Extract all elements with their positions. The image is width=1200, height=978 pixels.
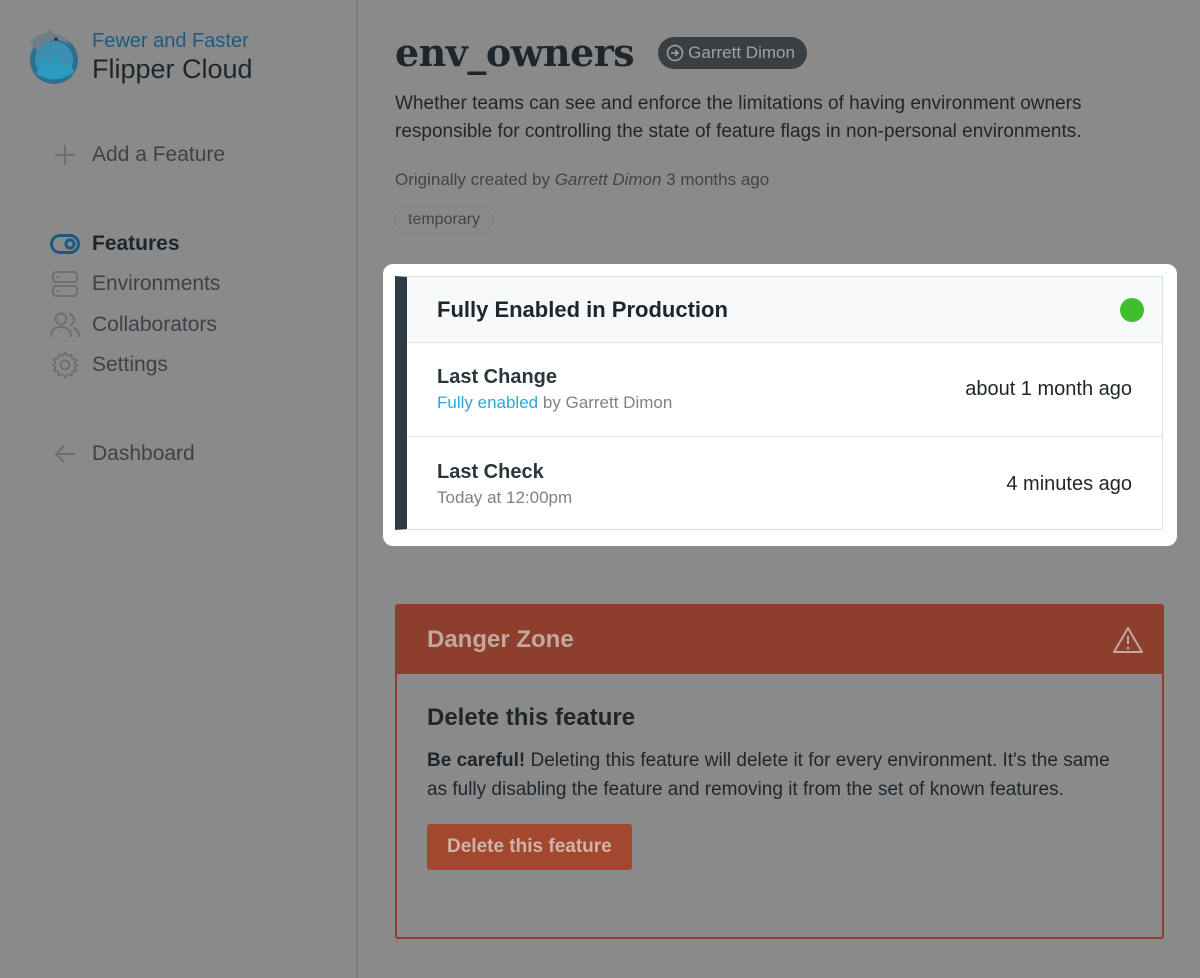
sidebar-item-environments[interactable]: Environments bbox=[50, 269, 220, 299]
danger-zone-body: Delete this feature Be careful! Deleting… bbox=[397, 674, 1162, 900]
created-by: Garrett Dimon bbox=[554, 170, 662, 189]
created-when: 3 months ago bbox=[666, 170, 770, 189]
arrow-circle-right-icon bbox=[666, 44, 684, 61]
warning-text: Deleting this feature will delete it for… bbox=[427, 750, 1110, 800]
sidebar-item-features[interactable]: Features bbox=[50, 229, 180, 259]
last-change-when: about 1 month ago bbox=[965, 378, 1132, 400]
toggle-icon bbox=[50, 229, 80, 259]
feature-description: Whether teams can see and enforce the li… bbox=[395, 93, 1082, 142]
settings-label: Settings bbox=[92, 353, 168, 376]
last-change-label: Last Change bbox=[437, 366, 558, 388]
gear-icon bbox=[50, 350, 80, 380]
danger-zone-title: Danger Zone bbox=[427, 626, 574, 653]
environments-label: Environments bbox=[92, 272, 221, 295]
delete-feature-button[interactable]: Delete this feature bbox=[427, 824, 632, 870]
created-info: Originally created by Garrett Dimon 3 mo… bbox=[395, 170, 769, 190]
last-check-row: Last Check Today at 12:00pm 4 minutes ag… bbox=[407, 437, 1162, 531]
status-highlight: Fully Enabled in Production Last Change … bbox=[383, 264, 1177, 546]
created-prefix: Originally created by bbox=[395, 170, 550, 189]
add-feature-link[interactable]: Add a Feature bbox=[50, 140, 225, 170]
last-change-row: Last Change Fully enabled by Garrett Dim… bbox=[407, 343, 1162, 437]
status-title: Fully Enabled in Production bbox=[437, 296, 728, 322]
collaborators-label: Collaborators bbox=[92, 313, 217, 336]
last-change-by: by Garrett Dimon bbox=[542, 393, 673, 412]
arrow-left-icon bbox=[50, 439, 80, 469]
status-card-header: Fully Enabled in Production bbox=[407, 277, 1162, 343]
last-check-time: Today at 12:00pm bbox=[437, 487, 573, 507]
dashboard-label: Dashboard bbox=[92, 442, 195, 465]
last-check-label: Last Check bbox=[437, 460, 544, 483]
status-indicator bbox=[1120, 297, 1144, 322]
last-change-action-link[interactable]: Fully enabled bbox=[437, 393, 538, 412]
page-title: env_owners bbox=[395, 30, 635, 75]
owner-name: Garrett Dimon bbox=[688, 42, 795, 62]
dashboard-link[interactable]: Dashboard bbox=[50, 439, 195, 469]
users-icon bbox=[50, 310, 80, 340]
tag-badge[interactable]: temporary bbox=[395, 206, 494, 234]
features-label: Features bbox=[92, 232, 180, 255]
sidebar: Fewer and Faster Flipper Cloud Add a Fea… bbox=[0, 0, 358, 978]
warning-icon bbox=[1113, 627, 1143, 653]
delete-heading: Delete this feature bbox=[427, 704, 636, 731]
server-icon bbox=[50, 269, 80, 299]
last-check-when: 4 minutes ago bbox=[1006, 472, 1132, 495]
brand[interactable]: Fewer and Faster Flipper Cloud bbox=[26, 28, 253, 86]
status-card: Fully Enabled in Production Last Change … bbox=[395, 276, 1163, 530]
danger-zone: Danger Zone Delete this feature Be caref… bbox=[395, 604, 1164, 939]
sidebar-item-collaborators[interactable]: Collaborators bbox=[50, 310, 217, 340]
dolphin-logo-icon bbox=[30, 28, 78, 84]
owner-badge[interactable]: Garrett Dimon bbox=[658, 36, 807, 69]
danger-zone-header: Danger Zone bbox=[397, 606, 1162, 674]
sidebar-item-settings[interactable]: Settings bbox=[50, 350, 168, 380]
plus-icon bbox=[50, 140, 80, 170]
brand-name: Flipper Cloud bbox=[92, 54, 253, 84]
brand-tagline: Fewer and Faster bbox=[92, 30, 249, 52]
warning-bold: Be careful! bbox=[427, 750, 526, 771]
delete-warning: Be careful! Deleting this feature will d… bbox=[427, 746, 1127, 804]
add-feature-label: Add a Feature bbox=[92, 143, 226, 166]
title-row: env_owners Garrett Dimon bbox=[395, 30, 807, 75]
